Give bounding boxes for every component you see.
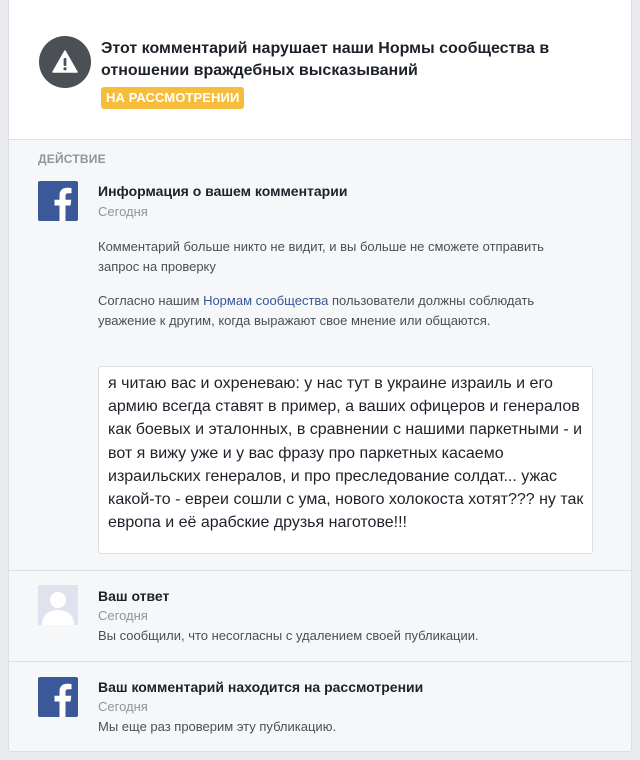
info-paragraph-1: Комментарий больше никто не видит, и вы … (98, 239, 544, 274)
info-item-date: Сегодня (98, 204, 148, 219)
facebook-logo-icon (38, 677, 78, 717)
review-item-title: Ваш комментарий находится на рассмотрени… (98, 679, 424, 695)
info-item-title: Информация о вашем комментарии (98, 183, 348, 199)
paragraph-text: Согласно нашим (98, 293, 204, 308)
violation-header: Этот комментарий нарушает наши Нормы соо… (9, 0, 631, 140)
comment-text: я читаю вас и охреневаю: у нас тут в укр… (108, 375, 584, 532)
divider (9, 661, 631, 662)
reply-item-date: Сегодня (98, 608, 148, 623)
facebook-logo-icon (38, 181, 78, 221)
comment-quote-box: я читаю вас и охреневаю: у нас тут в укр… (98, 366, 593, 554)
reply-item-title: Ваш ответ (98, 588, 170, 604)
warning-icon (39, 36, 91, 88)
notification-card: Этот комментарий нарушает наши Нормы соо… (8, 0, 632, 752)
section-label-action: ДЕЙСТВИЕ (38, 152, 106, 166)
community-standards-link[interactable]: Нормам сообщества (203, 293, 328, 308)
status-badge: НА РАССМОТРЕНИИ (101, 87, 245, 109)
reply-item-text: Вы сообщили, что несогласны с удалением … (98, 628, 479, 643)
violation-title: Этот комментарий нарушает наши Нормы соо… (101, 40, 550, 79)
divider (9, 570, 631, 571)
review-item-text: Мы еще раз проверим эту публикацию. (98, 719, 337, 734)
info-paragraph-2: Согласно нашим Нормам сообщества пользов… (98, 291, 568, 331)
review-item-date: Сегодня (98, 699, 148, 714)
user-avatar-icon (38, 585, 78, 625)
